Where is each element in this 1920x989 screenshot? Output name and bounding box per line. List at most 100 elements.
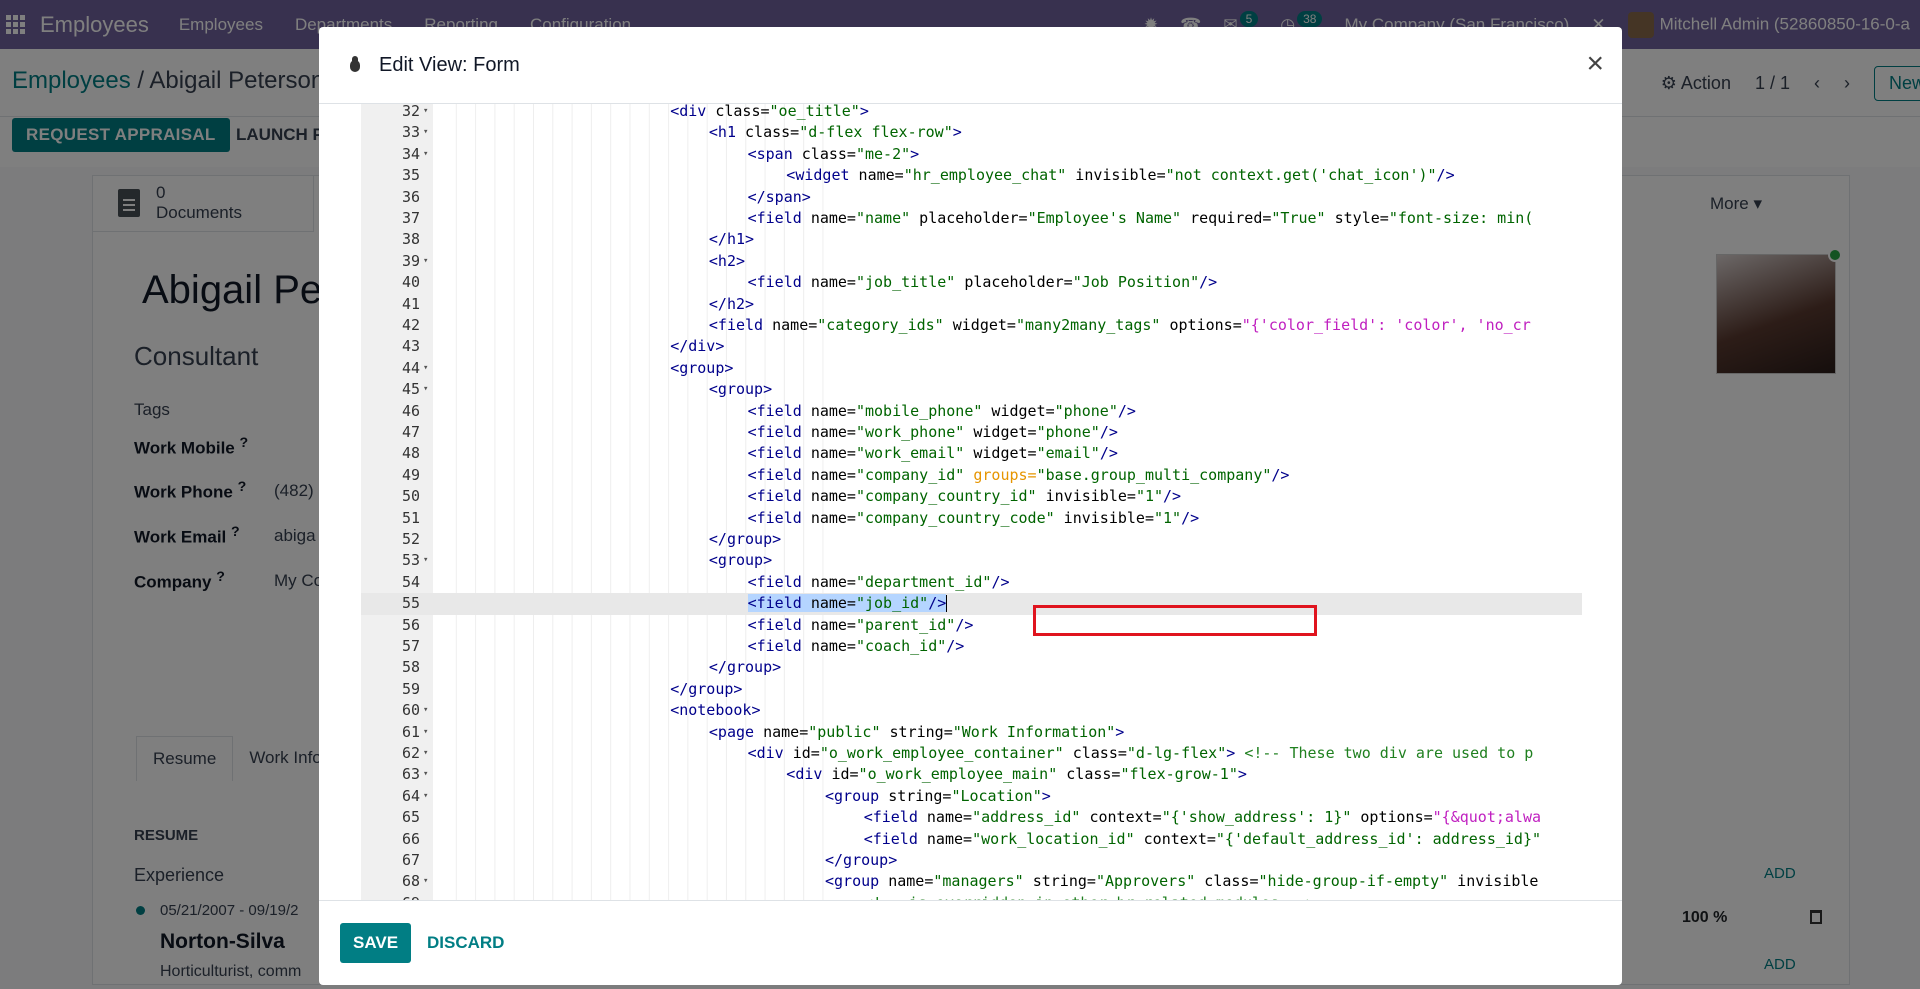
code-line[interactable]: 44 ▾ <group>	[361, 358, 1582, 379]
line-number: 59	[401, 679, 420, 698]
code-line[interactable]: 32 ▾ <div class="oe_title">	[361, 104, 1582, 122]
line-number: 57	[401, 637, 420, 655]
line-number: 47	[401, 423, 420, 441]
code-text: </group>	[825, 851, 898, 869]
code-line[interactable]: 54 <field name="department_id"/>	[361, 572, 1582, 593]
code-text: <group>	[670, 358, 734, 377]
line-number: 34	[401, 144, 420, 163]
code-line[interactable]: 48 <field name="work_email" widget="email…	[361, 443, 1582, 464]
code-text: <field name="parent_id"/>	[747, 615, 974, 634]
code-line[interactable]: 63 ▾ <div id="o_work_employee_main" class=…	[361, 764, 1582, 785]
code-text: <field name="job_title" placeholder="Job…	[747, 273, 1218, 292]
code-text: <field name="job_id"/>	[747, 594, 948, 613]
line-number: 40	[401, 273, 420, 292]
code-line[interactable]: 53 ▾ <group>	[361, 550, 1582, 571]
fold-toggle-icon[interactable]: ▾	[423, 104, 428, 122]
line-number: 45	[401, 380, 420, 399]
code-line[interactable]: 47 <field name="work_phone" widget="phone…	[361, 422, 1582, 443]
line-number: 49	[401, 465, 420, 484]
code-line[interactable]: 43 </div>	[361, 336, 1582, 357]
code-line[interactable]: 35 <widget name="hr_employee_chat" invisi…	[361, 165, 1582, 186]
fold-toggle-icon[interactable]: ▾	[423, 764, 428, 785]
line-number: 60	[401, 701, 420, 720]
code-line[interactable]: 62 ▾ <div id="o_work_employee_container" c…	[361, 743, 1582, 764]
code-text: </group>	[670, 679, 743, 698]
code-line[interactable]: 65 <field name="address_id" context="{'sh…	[361, 807, 1582, 828]
code-line[interactable]: 38 </h1>	[361, 229, 1582, 250]
code-line[interactable]: 61 ▾ <page name="public" string="Work Info…	[361, 722, 1582, 743]
code-line[interactable]: 50 <field name="company_country_id" invis…	[361, 486, 1582, 507]
line-number: 32	[401, 104, 420, 120]
annotation-highlight-box	[1033, 605, 1317, 636]
code-line[interactable]: 37 <field name="name" placeholder="Employ…	[361, 208, 1582, 229]
fold-toggle-icon[interactable]: ▾	[423, 251, 428, 272]
code-line[interactable]: 58 </group>	[361, 657, 1582, 678]
bug-icon	[347, 56, 363, 74]
code-text: <page name="public" string="Work Informa…	[708, 722, 1125, 741]
code-line[interactable]: 41 </h2>	[361, 294, 1582, 315]
code-text: <field name="work_email" widget="email"/…	[747, 444, 1118, 463]
fold-toggle-icon[interactable]: ▾	[423, 700, 428, 721]
code-line[interactable]: 64 ▾ <group string="Location">	[361, 786, 1582, 807]
code-line[interactable]: 42 <field name="category_ids" widget="man…	[361, 315, 1582, 336]
code-line[interactable]: 46 <field name="mobile_phone" widget="pho…	[361, 401, 1582, 422]
fold-toggle-icon[interactable]: ▾	[423, 122, 428, 143]
code-line[interactable]: 57 <field name="coach_id"/>	[361, 636, 1582, 657]
code-text: </h2>	[708, 294, 755, 313]
fold-toggle-icon[interactable]: ▾	[423, 786, 428, 807]
code-text: <field name="department_id"/>	[747, 572, 1010, 591]
code-line[interactable]: 67 </group>	[361, 850, 1582, 871]
line-number: 64	[401, 786, 420, 805]
line-number: 69	[361, 893, 420, 900]
code-line[interactable]: 52 </group>	[361, 529, 1582, 550]
code-text: <h2>	[708, 251, 746, 270]
modal-footer: SAVE DISCARD	[319, 900, 1622, 985]
save-button[interactable]: SAVE	[340, 923, 412, 963]
code-line[interactable]: 66 <field name="work_location_id" context…	[361, 829, 1582, 850]
code-text: </h1>	[708, 230, 755, 249]
code-editor[interactable]: 32 ▾ <div class="oe_title"> 33 ▾ <h1 class="d…	[361, 104, 1582, 900]
fold-toggle-icon[interactable]: ▾	[423, 743, 428, 764]
fold-toggle-icon[interactable]: ▾	[423, 144, 428, 165]
close-icon[interactable]: ×	[1586, 49, 1604, 79]
line-number: 50	[401, 487, 420, 506]
line-number: 42	[401, 316, 420, 334]
code-line[interactable]: 40 <field name="job_title" placeholder="J…	[361, 272, 1582, 293]
edit-view-dialog: Edit View: Form × 32 ▾ <div class="oe_titl…	[319, 27, 1622, 985]
fold-toggle-icon[interactable]: ▾	[423, 871, 428, 892]
code-line[interactable]: 55 <field name="job_id"/>	[361, 593, 1582, 615]
code-line[interactable]: 56 <field name="parent_id"/>	[361, 615, 1582, 636]
code-line[interactable]: 68 ▾ <group name="managers" string="Approv…	[361, 871, 1582, 892]
line-number: 67	[401, 851, 420, 869]
line-number: 54	[401, 572, 420, 591]
code-text: <field name="category_ids" widget="many2…	[708, 316, 1531, 334]
code-line[interactable]: 36 </span>	[361, 187, 1582, 208]
discard-button[interactable]: DISCARD	[427, 923, 504, 963]
code-line[interactable]: 39 ▾ <h2>	[361, 251, 1582, 272]
line-number: 46	[401, 401, 420, 420]
code-line[interactable]: 33 ▾ <h1 class="d-flex flex-row">	[361, 122, 1582, 143]
code-line[interactable]: 49 <field name="company_id" groups="base.…	[361, 465, 1582, 486]
line-number: 56	[401, 615, 420, 634]
line-number: 65	[401, 808, 420, 827]
code-line[interactable]: 59 </group>	[361, 679, 1582, 700]
code-text: <h1 class="d-flex flex-row">	[708, 123, 962, 142]
modal-title: Edit View: Form	[379, 53, 520, 76]
line-number: 36	[401, 187, 420, 206]
fold-toggle-icon[interactable]: ▾	[423, 379, 428, 400]
code-line[interactable]: 45 ▾ <group>	[361, 379, 1582, 400]
code-line[interactable]: 51 <field name="company_country_code" inv…	[361, 508, 1582, 529]
fold-toggle-icon[interactable]: ▾	[423, 722, 428, 743]
line-number: 68	[401, 872, 420, 891]
code-line[interactable]: 34 ▾ <span class="me-2">	[361, 144, 1582, 165]
code-line[interactable]: 60 ▾ <notebook>	[361, 700, 1582, 721]
code-text: <span class="me-2">	[747, 144, 920, 163]
code-text: <div id="o_work_employee_main" class="fl…	[786, 765, 1247, 784]
code-text: <group string="Location">	[825, 786, 1051, 805]
code-line[interactable]: 69 <!-- is overridden in other hr related…	[361, 893, 1582, 900]
line-number: 38	[401, 230, 420, 249]
code-text: <field name="name" placeholder="Employee…	[747, 209, 1534, 227]
fold-toggle-icon[interactable]: ▾	[423, 550, 428, 571]
line-number: 58	[401, 658, 420, 677]
fold-toggle-icon[interactable]: ▾	[423, 358, 428, 379]
